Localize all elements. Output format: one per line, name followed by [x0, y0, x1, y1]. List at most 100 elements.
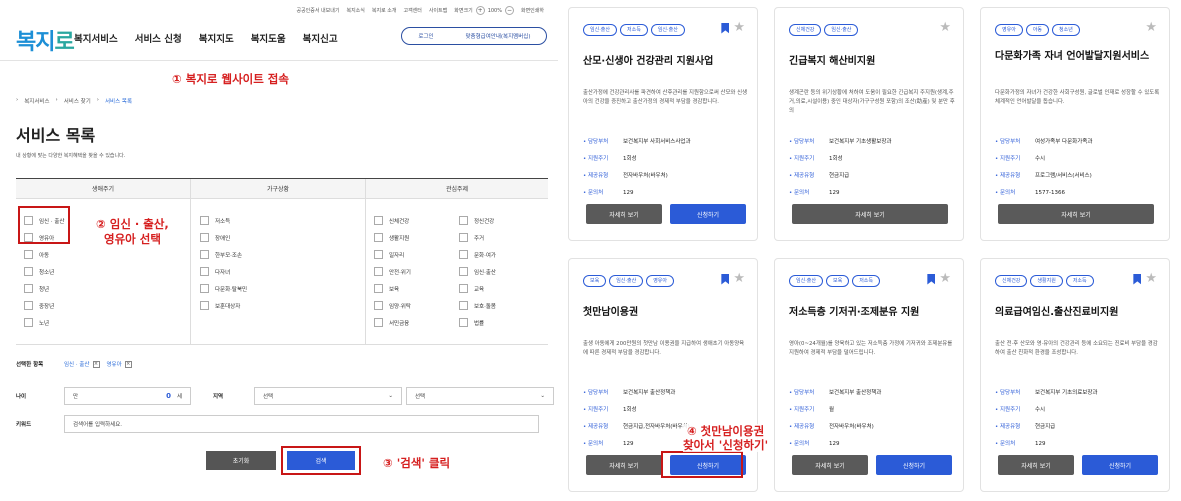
nav-welfare-map[interactable]: 복지지도	[199, 31, 234, 45]
zoom-out-icon[interactable]: −	[504, 6, 514, 15]
apply-button[interactable]: 신청하기	[1082, 455, 1158, 475]
custom-benefit-button[interactable]: 맞춤형급여안내(복지멤버십)	[450, 32, 546, 40]
apply-button[interactable]: 신청하기	[876, 455, 952, 475]
checkbox-interest[interactable]: 정신건강	[459, 216, 494, 225]
bookmark-icon[interactable]	[1133, 273, 1142, 285]
checkbox-low-income[interactable]: 저소득	[200, 216, 230, 225]
checkbox-icon[interactable]	[24, 301, 33, 310]
util-print[interactable]: 화면인쇄하	[521, 7, 544, 14]
checkbox-interest[interactable]: 일자리	[374, 250, 404, 259]
checkbox-icon[interactable]	[374, 233, 383, 242]
zoom-in-icon[interactable]: +	[475, 6, 485, 15]
bokjiro-logo[interactable]: 복지로	[16, 24, 75, 56]
detail-button[interactable]: 자세히 보기	[792, 204, 948, 224]
checkbox-interest[interactable]: 임양·위탁	[374, 301, 411, 310]
checkbox-icon[interactable]	[24, 318, 33, 327]
star-icon[interactable]: ★	[733, 21, 745, 34]
nav-welfare-service[interactable]: 복지서비스	[74, 31, 118, 45]
checkbox-icon[interactable]	[200, 216, 209, 225]
checkbox-icon[interactable]	[459, 267, 468, 276]
checkbox-interest[interactable]: 교육	[459, 284, 484, 293]
checkbox-icon[interactable]	[459, 301, 468, 310]
checkbox-interest[interactable]: 문화·여가	[459, 250, 496, 259]
star-icon[interactable]: ★	[1145, 21, 1157, 34]
bookmark-icon[interactable]	[721, 273, 730, 285]
checkbox-icon[interactable]	[374, 284, 383, 293]
age-input[interactable]: 만 0 세	[64, 387, 191, 405]
checkbox-interest[interactable]: 보호·돌봄	[459, 301, 496, 310]
card-title[interactable]: 산모·신생아 건강관리 지원사업	[583, 56, 749, 68]
checkbox-icon[interactable]	[24, 267, 33, 276]
star-icon[interactable]: ★	[1145, 272, 1157, 285]
checkbox-icon[interactable]	[374, 250, 383, 259]
checkbox-icon[interactable]	[374, 216, 383, 225]
checkbox-interest[interactable]: 임신·출산	[459, 267, 496, 276]
bookmark-icon[interactable]	[927, 273, 936, 285]
checkbox-icon[interactable]	[200, 233, 209, 242]
card-title[interactable]: 긴급복지 해산비지원	[789, 56, 955, 68]
checkbox-disabled[interactable]: 장애인	[200, 233, 230, 242]
checkbox-icon[interactable]	[459, 318, 468, 327]
checkbox-icon[interactable]	[24, 284, 33, 293]
star-icon[interactable]: ★	[733, 272, 745, 285]
checkbox-icon[interactable]	[200, 284, 209, 293]
checkbox-icon[interactable]	[374, 318, 383, 327]
checkbox-middle-age[interactable]: 중장년	[24, 301, 54, 310]
card-title[interactable]: 의료급여임신.출산진료비지원	[995, 307, 1161, 319]
checkbox-icon[interactable]	[374, 301, 383, 310]
remove-icon[interactable]: ×	[124, 360, 132, 368]
star-icon[interactable]: ★	[939, 272, 951, 285]
checkbox-icon[interactable]	[459, 250, 468, 259]
keyword-input[interactable]: 검색어를 입력하세요.	[64, 415, 539, 433]
checkbox-icon[interactable]	[200, 301, 209, 310]
checkbox-icon[interactable]	[459, 233, 468, 242]
checkbox-multicultural[interactable]: 다문화·탈북민	[200, 284, 247, 293]
nav-welfare-help[interactable]: 복지도움	[251, 31, 286, 45]
detail-button[interactable]: 자세히 보기	[586, 455, 662, 475]
checkbox-youth[interactable]: 청소년	[24, 267, 54, 276]
checkbox-veteran[interactable]: 보훈대상자	[200, 301, 240, 310]
util-sitemap[interactable]: 사이트맵	[429, 7, 447, 14]
util-about[interactable]: 복지로 소개	[372, 7, 397, 14]
checkbox-interest[interactable]: 신체건강	[374, 216, 409, 225]
detail-button[interactable]: 자세히 보기	[586, 204, 662, 224]
breadcrumb-item[interactable]: 복지서비스	[24, 97, 49, 105]
util-support[interactable]: 고객센터	[403, 7, 421, 14]
checkbox-young-adult[interactable]: 청년	[24, 284, 49, 293]
checkbox-icon[interactable]	[459, 284, 468, 293]
checkbox-interest[interactable]: 법률	[459, 318, 484, 327]
checkbox-single-parent[interactable]: 한부모·조손	[200, 250, 242, 259]
breadcrumb-item[interactable]: 서비스 찾기	[64, 97, 91, 105]
star-icon[interactable]: ★	[939, 21, 951, 34]
checkbox-interest[interactable]: 생활지원	[374, 233, 409, 242]
util-cert[interactable]: 공공인증서 내보내기	[296, 7, 339, 14]
checkbox-icon[interactable]	[24, 250, 33, 259]
remove-icon[interactable]: ×	[92, 360, 100, 368]
checkbox-interest[interactable]: 서민금융	[374, 318, 409, 327]
selected-tag[interactable]: 영유아 ×	[107, 360, 132, 368]
checkbox-child[interactable]: 아동	[24, 250, 49, 259]
detail-button[interactable]: 자세히 보기	[998, 455, 1074, 475]
checkbox-multi-child[interactable]: 다자녀	[200, 267, 230, 276]
checkbox-interest[interactable]: 안전·위기	[374, 267, 411, 276]
apply-button[interactable]: 신청하기	[670, 204, 746, 224]
nav-service-apply[interactable]: 서비스 신청	[135, 31, 182, 45]
home-icon[interactable]: ›	[16, 97, 18, 105]
checkbox-senior[interactable]: 노년	[24, 318, 49, 327]
card-title[interactable]: 다문화가족 자녀 언어발달지원서비스	[995, 51, 1161, 63]
login-button[interactable]: 로그인	[402, 32, 450, 40]
checkbox-icon[interactable]	[200, 250, 209, 259]
selected-tag[interactable]: 임신 · 출산 ×	[64, 360, 100, 368]
reset-button[interactable]: 초기화	[206, 451, 276, 470]
checkbox-interest[interactable]: 주거	[459, 233, 484, 242]
card-title[interactable]: 첫만남이용권	[583, 307, 749, 319]
checkbox-interest[interactable]: 보육	[374, 284, 399, 293]
region-select-1[interactable]: 선택 ⌄	[254, 387, 402, 405]
detail-button[interactable]: 자세히 보기	[998, 204, 1154, 224]
nav-welfare-report[interactable]: 복지신고	[303, 31, 338, 45]
bookmark-icon[interactable]	[721, 22, 730, 34]
checkbox-icon[interactable]	[459, 216, 468, 225]
card-title[interactable]: 저소득층 기저귀·조제분유 지원	[789, 307, 955, 319]
region-select-2[interactable]: 선택 ⌄	[406, 387, 554, 405]
checkbox-icon[interactable]	[374, 267, 383, 276]
